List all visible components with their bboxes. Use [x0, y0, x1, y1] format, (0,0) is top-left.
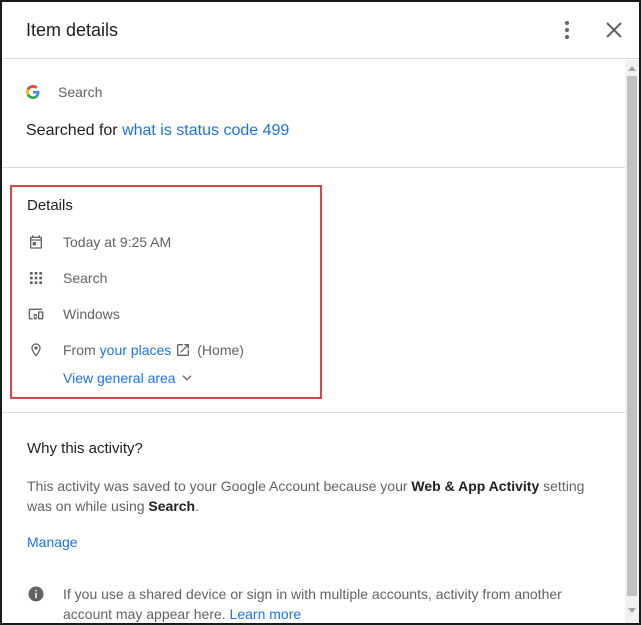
why-text-part: . [195, 498, 199, 514]
dialog-content: Search Searched for what is status code … [2, 60, 625, 623]
more-vert-icon [565, 21, 569, 39]
divider [2, 412, 625, 413]
details-heading: Details [27, 197, 73, 214]
vertical-scrollbar[interactable] [625, 60, 639, 623]
location-pin-icon [31, 343, 41, 357]
more-options-button[interactable] [555, 18, 579, 42]
scroll-thumb[interactable] [627, 76, 637, 596]
activity-title: Searched for what is status code 499 [26, 122, 289, 140]
apps-grid-icon [30, 272, 42, 284]
scroll-up-arrow[interactable] [628, 66, 636, 71]
view-general-area-button[interactable]: View general area [63, 370, 194, 386]
detail-time: Today at 9:25 AM [63, 234, 172, 250]
info-text-body: If you use a shared device or sign in wi… [63, 586, 562, 622]
searched-for-label: Searched for [26, 122, 118, 139]
search-product-label: Search [148, 498, 196, 514]
dialog-title: Item details [26, 20, 119, 40]
why-description: This activity was saved to your Google A… [27, 476, 602, 516]
calendar-icon [30, 235, 42, 249]
detail-device: Windows [63, 306, 120, 322]
view-general-area-label: View general area [63, 370, 176, 386]
open-in-new-icon [177, 344, 190, 356]
close-icon [606, 22, 622, 38]
info-text: If you use a shared device or sign in wi… [63, 584, 603, 623]
detail-product-row: Search [27, 269, 107, 287]
web-app-activity-label: Web & App Activity [411, 478, 540, 494]
why-text-part: This activity was saved to your Google A… [27, 478, 412, 494]
scroll-down-arrow[interactable] [628, 608, 636, 613]
shared-device-info: If you use a shared device or sign in wi… [27, 584, 603, 623]
detail-time-row: Today at 9:25 AM [27, 233, 171, 251]
learn-more-link[interactable]: Learn more [230, 606, 302, 622]
info-icon [28, 586, 44, 602]
dialog-header: Item details [2, 2, 639, 59]
details-highlight-box [10, 185, 322, 399]
manage-link[interactable]: Manage [27, 534, 78, 550]
divider [2, 167, 625, 168]
detail-product: Search [63, 270, 108, 286]
detail-device-row: Windows [27, 305, 120, 323]
location-suffix: (Home) [197, 342, 244, 358]
why-heading: Why this activity? [27, 440, 143, 457]
devices-icon [28, 308, 44, 320]
close-button[interactable] [602, 18, 626, 42]
item-details-dialog: Item details Search Searched for what is… [0, 0, 641, 625]
your-places-link[interactable]: your places [100, 342, 172, 358]
google-g-logo [26, 85, 40, 99]
search-query-link[interactable]: what is status code 499 [122, 122, 289, 139]
product-name: Search [58, 84, 103, 100]
detail-location-row: From your places (Home) [27, 341, 244, 359]
product-row: Search [26, 84, 102, 100]
location-prefix: From [63, 342, 96, 358]
chevron-down-icon [182, 375, 192, 381]
